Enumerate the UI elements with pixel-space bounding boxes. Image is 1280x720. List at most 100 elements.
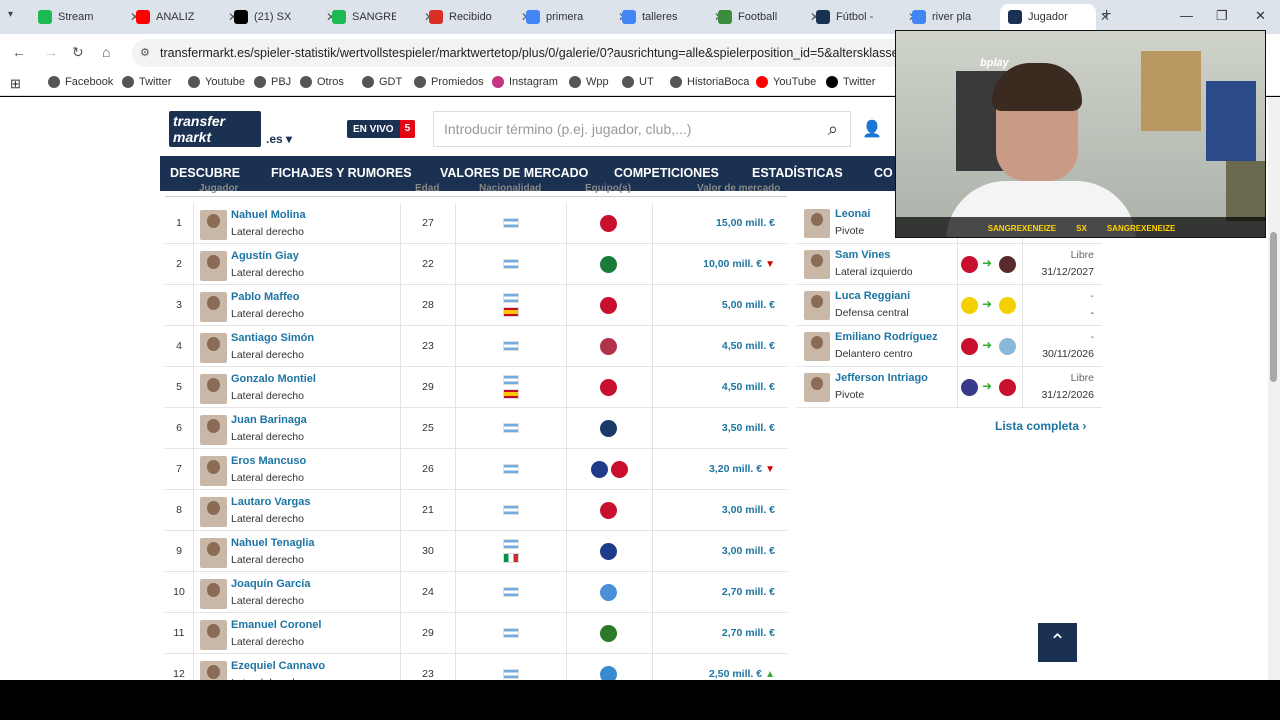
browser-tab[interactable]: Fútbol -✕ (808, 4, 918, 30)
from-club-crest-icon[interactable] (961, 338, 978, 355)
nationality-flag-icon[interactable] (503, 539, 519, 549)
bookmark-item[interactable]: Instagram (492, 76, 558, 88)
player-photo[interactable] (804, 250, 830, 279)
nationality-flag-icon[interactable] (503, 341, 519, 351)
market-value[interactable]: 3,20 mill. € ▼ (709, 463, 775, 475)
player-photo[interactable] (200, 456, 227, 486)
player-name-link[interactable]: Eros Mancuso (231, 455, 306, 467)
club-crest-icon[interactable] (600, 420, 617, 437)
club-crest-icon[interactable] (600, 297, 617, 314)
scrollbar-thumb[interactable] (1270, 232, 1277, 382)
search-input[interactable]: Introducir término (p.ej. jugador, club,… (433, 111, 851, 147)
bookmark-item[interactable]: Twitter (122, 76, 171, 88)
player-photo[interactable] (200, 579, 227, 609)
market-value[interactable]: 3,00 mill. € (722, 504, 775, 516)
nationality-flag-icon[interactable] (503, 259, 519, 269)
club-crest-icon[interactable] (600, 543, 617, 560)
player-photo[interactable] (200, 620, 227, 650)
bookmark-item[interactable]: PBJ (254, 76, 291, 88)
club-crest-icon[interactable] (600, 338, 617, 355)
market-value[interactable]: 2,50 mill. € ▲ (709, 668, 775, 680)
market-value[interactable]: 4,50 mill. € (722, 381, 775, 393)
nationality-flag-icon[interactable] (503, 218, 519, 228)
nav-market-values[interactable]: VALORES DE MERCADO (440, 166, 588, 180)
player-photo[interactable] (804, 332, 830, 361)
player-name-link[interactable]: Juan Barinaga (231, 414, 307, 426)
club-crest-icon[interactable] (600, 666, 617, 680)
header-age[interactable]: Edad (415, 183, 439, 194)
from-club-crest-icon[interactable] (961, 297, 978, 314)
market-value[interactable]: 3,50 mill. € (722, 422, 775, 434)
nav-competitions[interactable]: COMPETICIONES (614, 166, 719, 180)
bookmark-item[interactable]: HistoriaBoca (670, 76, 749, 88)
header-value[interactable]: Valor de mercado (697, 183, 780, 194)
player-name-link[interactable]: Emanuel Coronel (231, 619, 321, 631)
player-photo[interactable] (200, 374, 227, 404)
player-photo[interactable] (200, 538, 227, 568)
home-icon[interactable]: ⌂ (102, 44, 110, 60)
player-photo[interactable] (200, 497, 227, 527)
user-search-icon[interactable]: 👤 (862, 119, 882, 139)
player-photo[interactable] (804, 209, 830, 238)
apps-grid-icon[interactable]: ⊞ (10, 76, 21, 92)
nationality-flag-icon[interactable] (503, 464, 519, 474)
new-tab-button[interactable]: + (1102, 6, 1111, 24)
browser-tab[interactable]: (21) SX✕ (226, 4, 336, 30)
url-field[interactable]: ⚙ transfermarkt.es/spieler-statistik/wer… (132, 39, 912, 67)
market-value[interactable]: 4,50 mill. € (722, 340, 775, 352)
market-value[interactable]: 2,70 mill. € (722, 627, 775, 639)
market-value[interactable]: 2,70 mill. € (722, 586, 775, 598)
market-value[interactable]: 10,00 mill. € ▼ (703, 258, 775, 270)
reload-icon[interactable]: ↻ (72, 44, 84, 61)
nationality-flag-icon[interactable] (503, 375, 519, 385)
nationality-flag-icon[interactable] (503, 307, 519, 317)
domain-selector[interactable]: .es ▾ (266, 132, 292, 146)
player-name-link[interactable]: Lautaro Vargas (231, 496, 310, 508)
browser-tab[interactable]: Stream✕ (30, 4, 140, 30)
club-crest-icon[interactable] (600, 625, 617, 642)
player-name-link[interactable]: Nahuel Molina (231, 209, 306, 221)
club-crest-icon[interactable] (600, 584, 617, 601)
nav-more[interactable]: CO (874, 166, 893, 180)
bookmark-item[interactable]: GDT (362, 76, 402, 88)
player-photo[interactable] (200, 251, 227, 281)
tab-search-chevron-icon[interactable]: ▾ (8, 9, 13, 20)
to-club-crest-icon[interactable] (999, 338, 1016, 355)
restore-button[interactable]: ❐ (1216, 8, 1228, 24)
browser-tab[interactable]: primera✕ (518, 4, 628, 30)
player-name-link[interactable]: Pablo Maffeo (231, 291, 299, 303)
bookmark-item[interactable]: UT (622, 76, 654, 88)
browser-tab[interactable]: talleres✕ (614, 4, 724, 30)
forward-arrow-icon[interactable]: → (44, 44, 58, 60)
browser-tab[interactable]: SANGRE✕ (324, 4, 434, 30)
club-crest-icon[interactable] (591, 461, 608, 478)
browser-tab[interactable]: Football✕ (710, 4, 820, 30)
club-crest-icon[interactable] (600, 215, 617, 232)
player-name-link[interactable]: Emiliano Rodríguez (835, 331, 938, 343)
nationality-flag-icon[interactable] (503, 389, 519, 399)
nationality-flag-icon[interactable] (503, 553, 519, 563)
player-name-link[interactable]: Joaquín García (231, 578, 310, 590)
player-photo[interactable] (200, 210, 227, 240)
bookmark-item[interactable]: Facebook (48, 76, 113, 88)
bookmark-item[interactable]: Youtube (188, 76, 245, 88)
player-name-link[interactable]: Agustín Giay (231, 250, 299, 262)
player-photo[interactable] (804, 291, 830, 320)
nationality-flag-icon[interactable] (503, 293, 519, 303)
nationality-flag-icon[interactable] (503, 669, 519, 679)
browser-tab[interactable]: Recibido✕ (421, 4, 531, 30)
player-name-link[interactable]: Santiago Simón (231, 332, 314, 344)
to-club-crest-icon[interactable] (999, 297, 1016, 314)
club-crest-icon[interactable] (611, 461, 628, 478)
site-info-icon[interactable]: ⚙ (140, 39, 150, 67)
bookmark-item[interactable]: Twitter (826, 76, 875, 88)
player-name-link[interactable]: Luca Reggiani (835, 290, 910, 302)
market-value[interactable]: 15,00 mill. € (716, 217, 775, 229)
full-list-link[interactable]: Lista completa › (995, 419, 1086, 433)
scroll-to-top-button[interactable]: ⌃ (1038, 623, 1077, 662)
player-photo[interactable] (804, 373, 830, 402)
transfermarkt-logo[interactable]: transfer markt (169, 111, 261, 147)
from-club-crest-icon[interactable] (961, 379, 978, 396)
bookmark-item[interactable]: YouTube (756, 76, 816, 88)
player-name-link[interactable]: Leonai (835, 208, 870, 220)
